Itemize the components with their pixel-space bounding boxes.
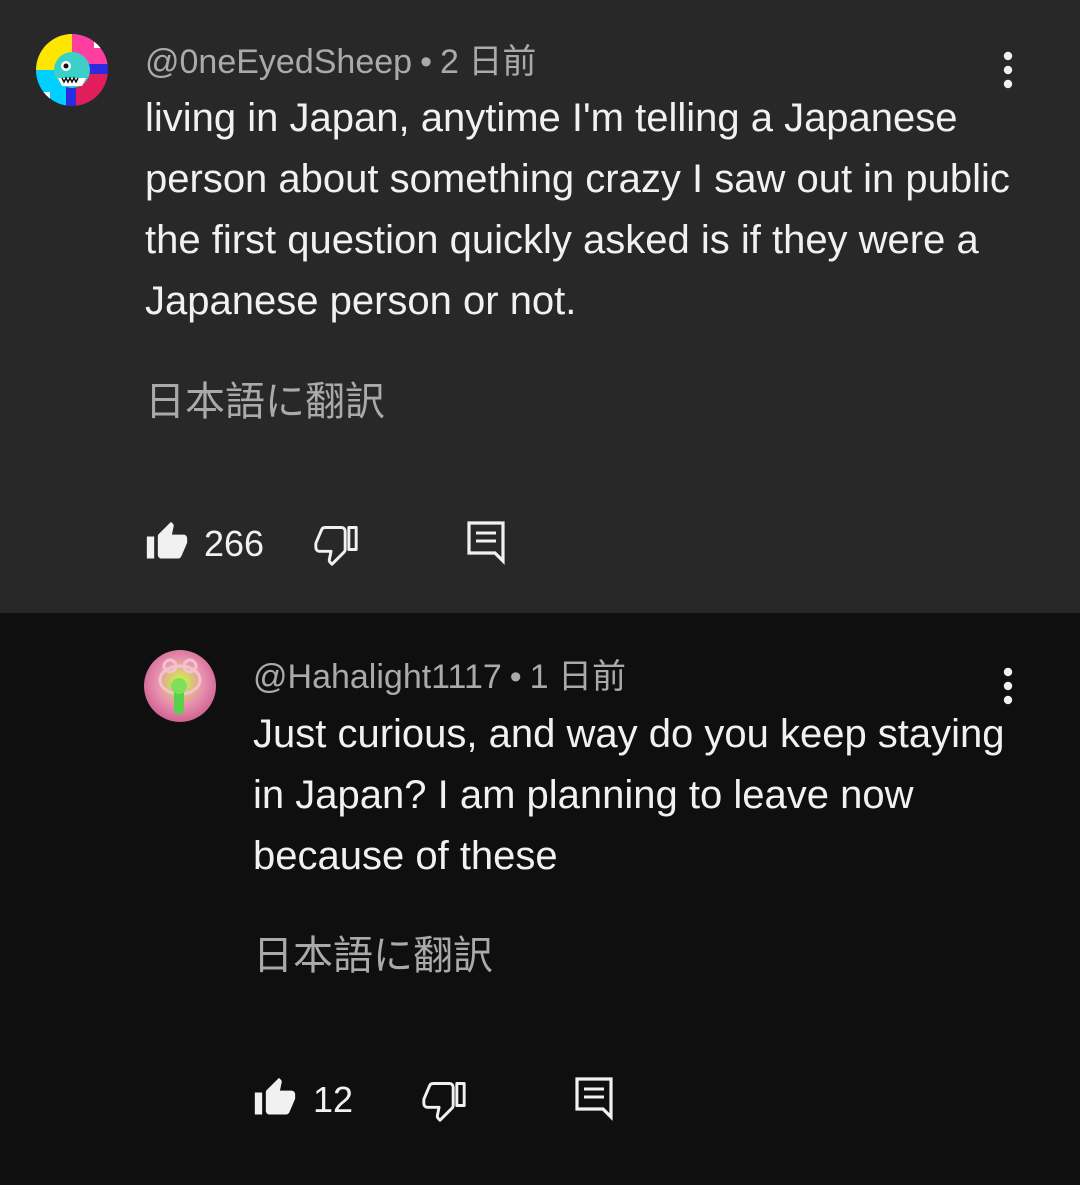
comment-actions: 266 bbox=[0, 518, 1080, 568]
thumbs-down-icon[interactable] bbox=[422, 1078, 466, 1122]
reply-comment-icon[interactable] bbox=[466, 520, 506, 566]
avatar[interactable] bbox=[144, 650, 216, 722]
author-handle[interactable]: @Hahalight1117 bbox=[253, 658, 502, 696]
meta-separator: • bbox=[420, 43, 432, 81]
comment-thread-parent: @0neEyedSheep • 2 日前 living in Japan, anyt… bbox=[0, 0, 1080, 613]
thumbs-up-icon[interactable] bbox=[253, 1076, 297, 1120]
reply-comment-icon[interactable] bbox=[574, 1076, 614, 1122]
comment-meta: @Hahalight1117 • 1 日前 bbox=[253, 657, 626, 697]
comment-meta: @0neEyedSheep • 2 日前 bbox=[145, 42, 536, 82]
translate-button[interactable]: 日本語に翻訳 bbox=[145, 378, 385, 426]
like-count: 12 bbox=[313, 1079, 354, 1120]
meta-separator: • bbox=[509, 658, 522, 696]
thumbs-up-icon[interactable] bbox=[145, 520, 189, 564]
avatar[interactable] bbox=[36, 34, 108, 106]
comment-reply: @Hahalight1117 • 1 日前 Just curious, and wa… bbox=[0, 613, 1080, 1185]
comment-time: 1 日前 bbox=[529, 658, 627, 696]
like-count: 266 bbox=[204, 523, 265, 564]
comment-actions: 12 bbox=[0, 1074, 1080, 1124]
comment-time: 2 日前 bbox=[439, 43, 537, 81]
author-handle[interactable]: @0neEyedSheep bbox=[145, 43, 412, 81]
thumbs-down-icon[interactable] bbox=[314, 522, 358, 566]
translate-button[interactable]: 日本語に翻訳 bbox=[253, 932, 493, 980]
comment-text: living in Japan, anytime I'm telling a J… bbox=[145, 96, 1010, 323]
comment-text: Just curious, and way do you keep stayin… bbox=[253, 712, 1005, 878]
